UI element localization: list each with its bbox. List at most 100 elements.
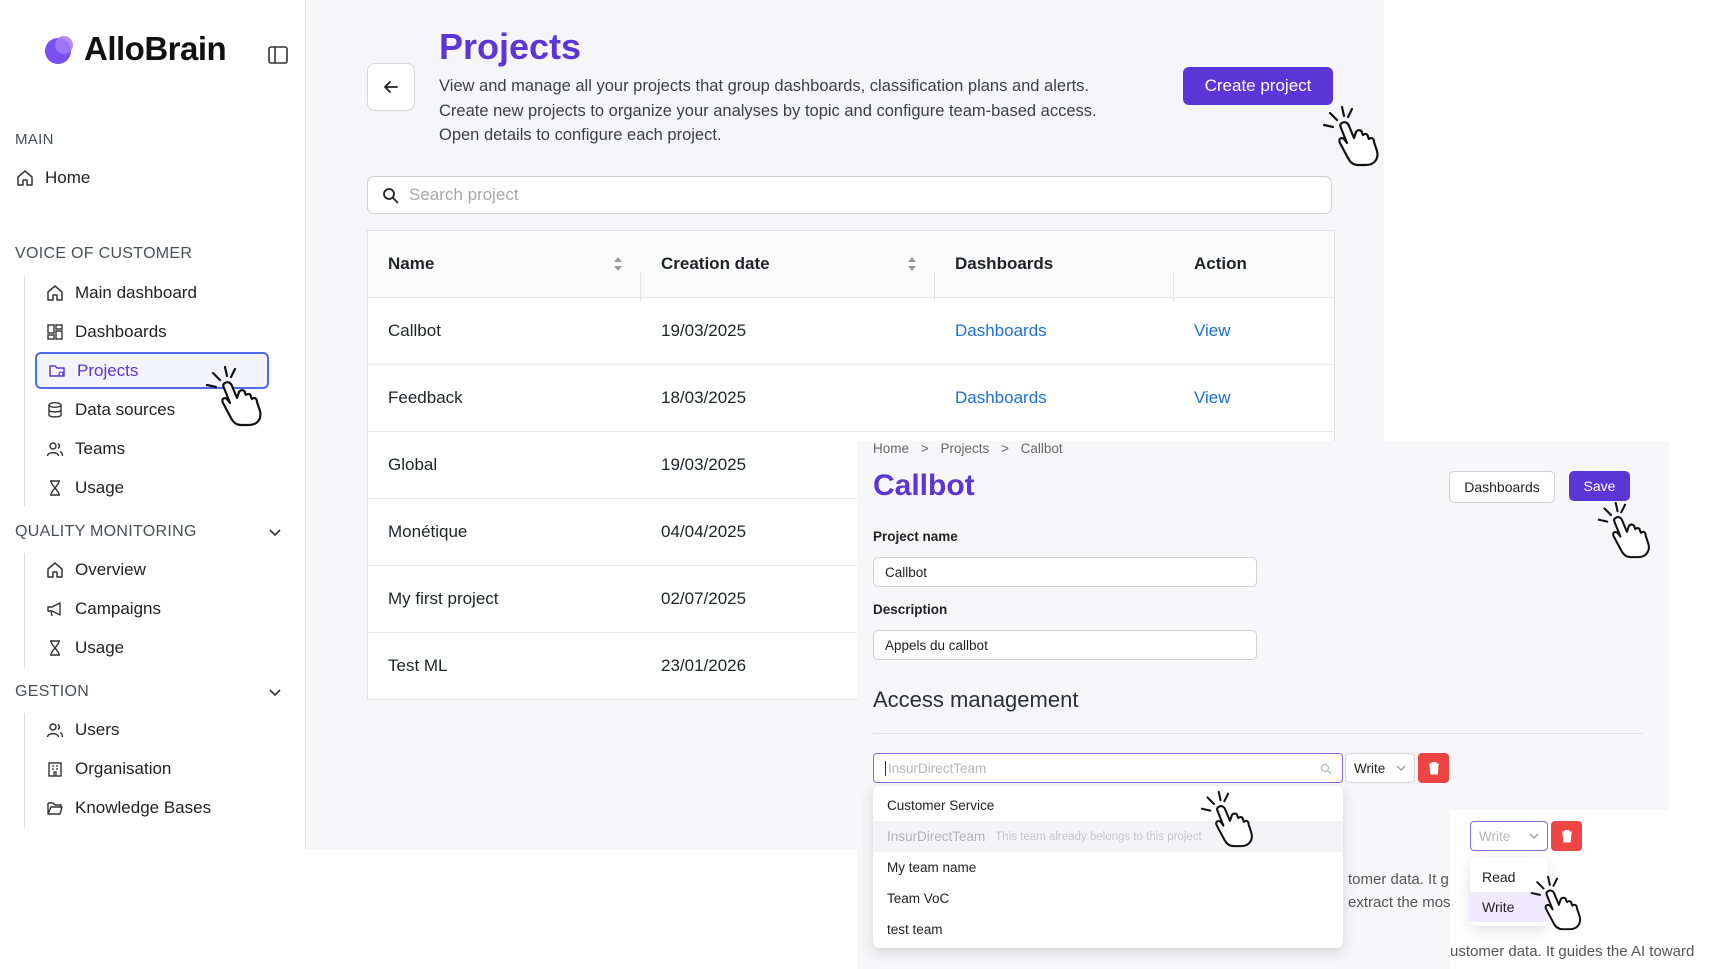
sidebar-item-usage[interactable]: Usage	[35, 470, 124, 506]
team-option[interactable]: test team	[873, 914, 1343, 945]
column-divider	[934, 272, 935, 302]
sidebar-item-quality-usage[interactable]: Usage	[35, 630, 124, 666]
save-button[interactable]: Save	[1569, 471, 1630, 501]
column-label: Action	[1194, 254, 1247, 273]
sidebar-item-home[interactable]: Home	[5, 160, 90, 196]
view-link[interactable]: View	[1194, 321, 1231, 340]
trash-icon	[1428, 762, 1439, 775]
sort-icon[interactable]	[907, 256, 917, 272]
delete-access-button[interactable]	[1418, 753, 1449, 783]
divider	[873, 733, 1643, 734]
sidebar-item-label: Usage	[75, 638, 125, 657]
home-icon	[15, 168, 35, 188]
brand-name: AlloBrain	[84, 30, 227, 67]
team-options-dropdown: Customer Service InsurDirectTeam This tea…	[873, 786, 1343, 948]
delete-access-button[interactable]	[1551, 821, 1582, 851]
breadcrumb-current: Callbot	[1020, 441, 1063, 456]
chevron-down-icon[interactable]	[268, 525, 282, 539]
description-text-fragment: tomer data. It g	[1348, 871, 1449, 888]
sidebar-item-organisation[interactable]: Organisation	[35, 751, 171, 787]
table-row[interactable]: Feedback 18/03/2025 Dashboards View	[368, 365, 1334, 432]
sidebar-item-label: Campaigns	[75, 599, 161, 618]
brand-mark-icon	[45, 36, 73, 64]
sidebar-item-users[interactable]: Users	[35, 712, 119, 748]
creation-date-cell: 19/03/2025	[661, 321, 747, 340]
project-name-cell: Test ML	[388, 656, 448, 675]
chevron-down-icon	[1396, 765, 1406, 771]
breadcrumb-projects[interactable]: Projects	[940, 441, 989, 456]
team-option[interactable]: My team name	[873, 852, 1343, 883]
search-input[interactable]	[407, 184, 1311, 206]
hourglass-icon	[45, 478, 65, 498]
team-option-disabled: InsurDirectTeam This team already belongs…	[873, 821, 1343, 852]
description-input[interactable]: Appels du callbot	[873, 630, 1257, 660]
sidebar-item-teams[interactable]: Teams	[35, 431, 125, 467]
search-icon	[1320, 763, 1332, 775]
sidebar-item-label: Data sources	[75, 400, 176, 419]
project-name-cell: My first project	[388, 589, 499, 608]
sidebar-item-label: Teams	[75, 439, 126, 458]
arrow-left-icon	[384, 81, 398, 93]
sidebar-toggle-icon[interactable]	[268, 46, 288, 64]
create-project-button[interactable]: Create project	[1183, 67, 1333, 105]
breadcrumb-separator: >	[1000, 441, 1009, 456]
dashboards-button[interactable]: Dashboards	[1449, 471, 1555, 503]
access-management-title: Access management	[873, 687, 1079, 712]
breadcrumb-home[interactable]: Home	[873, 441, 909, 456]
section-divider	[24, 276, 25, 506]
sidebar-item-campaigns[interactable]: Campaigns	[35, 591, 161, 627]
team-search-input[interactable]: InsurDirectTeam	[873, 753, 1343, 783]
chevron-down-icon[interactable]	[268, 685, 282, 699]
search-icon	[383, 187, 399, 203]
sort-icon[interactable]	[613, 256, 623, 272]
table-row[interactable]: Callbot 19/03/2025 Dashboards View	[368, 298, 1334, 365]
sidebar-item-label: Projects	[77, 360, 139, 380]
dashboard-grid-icon	[45, 322, 65, 342]
sidebar-item-data-sources[interactable]: Data sources	[35, 392, 175, 428]
sidebar-item-dashboards[interactable]: Dashboards	[35, 314, 167, 350]
pointer-hand-icon	[1530, 875, 1582, 931]
database-icon	[45, 400, 65, 420]
sidebar-item-label: Organisation	[75, 759, 172, 778]
project-title: Callbot	[873, 469, 975, 502]
section-quality-label: QUALITY MONITORING	[15, 523, 197, 540]
project-search-bar[interactable]	[367, 176, 1332, 214]
view-link[interactable]: View	[1194, 388, 1231, 407]
sidebar-item-label: Usage	[75, 478, 125, 497]
project-name-cell: Callbot	[388, 321, 441, 340]
column-header-date[interactable]: Creation date	[641, 254, 935, 302]
option-label: Customer Service	[887, 798, 995, 813]
sidebar-item-main-dashboard[interactable]: Main dashboard	[35, 275, 197, 311]
column-divider	[1173, 272, 1174, 302]
dashboards-link[interactable]: Dashboards	[955, 321, 1047, 340]
sidebar-item-overview[interactable]: Overview	[35, 552, 146, 588]
column-header-name[interactable]: Name	[368, 254, 641, 302]
section-divider	[24, 553, 25, 668]
table-header-row: Name Creation date Dashboards Action	[368, 231, 1334, 302]
page-description: View and manage all your projects that g…	[439, 74, 1169, 148]
dashboards-link[interactable]: Dashboards	[955, 388, 1047, 407]
column-divider	[640, 272, 641, 302]
project-name-input[interactable]: Callbot	[873, 557, 1257, 587]
pointer-hand-icon	[1597, 501, 1650, 559]
home-icon	[45, 560, 65, 580]
team-option[interactable]: Team VoC	[873, 883, 1343, 914]
permission-select[interactable]: Write	[1345, 753, 1415, 783]
sidebar-item-knowledge-bases[interactable]: Knowledge Bases	[35, 790, 211, 826]
column-header-dashboards: Dashboards	[935, 254, 1174, 302]
description-text-fragment: ustomer data. It guides the AI toward	[1450, 943, 1695, 960]
home-icon	[45, 283, 65, 303]
brand-logo[interactable]: AlloBrain	[42, 30, 227, 68]
option-label: My team name	[887, 860, 977, 875]
back-button[interactable]	[367, 63, 415, 111]
section-divider	[24, 713, 25, 828]
page-title: Projects	[439, 26, 582, 67]
megaphone-icon	[45, 599, 65, 619]
pointer-hand-icon	[205, 365, 262, 427]
chevron-down-icon	[1529, 833, 1539, 839]
description-text-fragment: extract the mos	[1348, 894, 1451, 911]
description-line: Create new projects to organize your ana…	[439, 101, 1097, 120]
permission-select[interactable]: Write	[1470, 821, 1548, 851]
option-hint: This team already belongs to this projec…	[995, 830, 1202, 843]
team-option[interactable]: Customer Service	[873, 790, 1343, 821]
